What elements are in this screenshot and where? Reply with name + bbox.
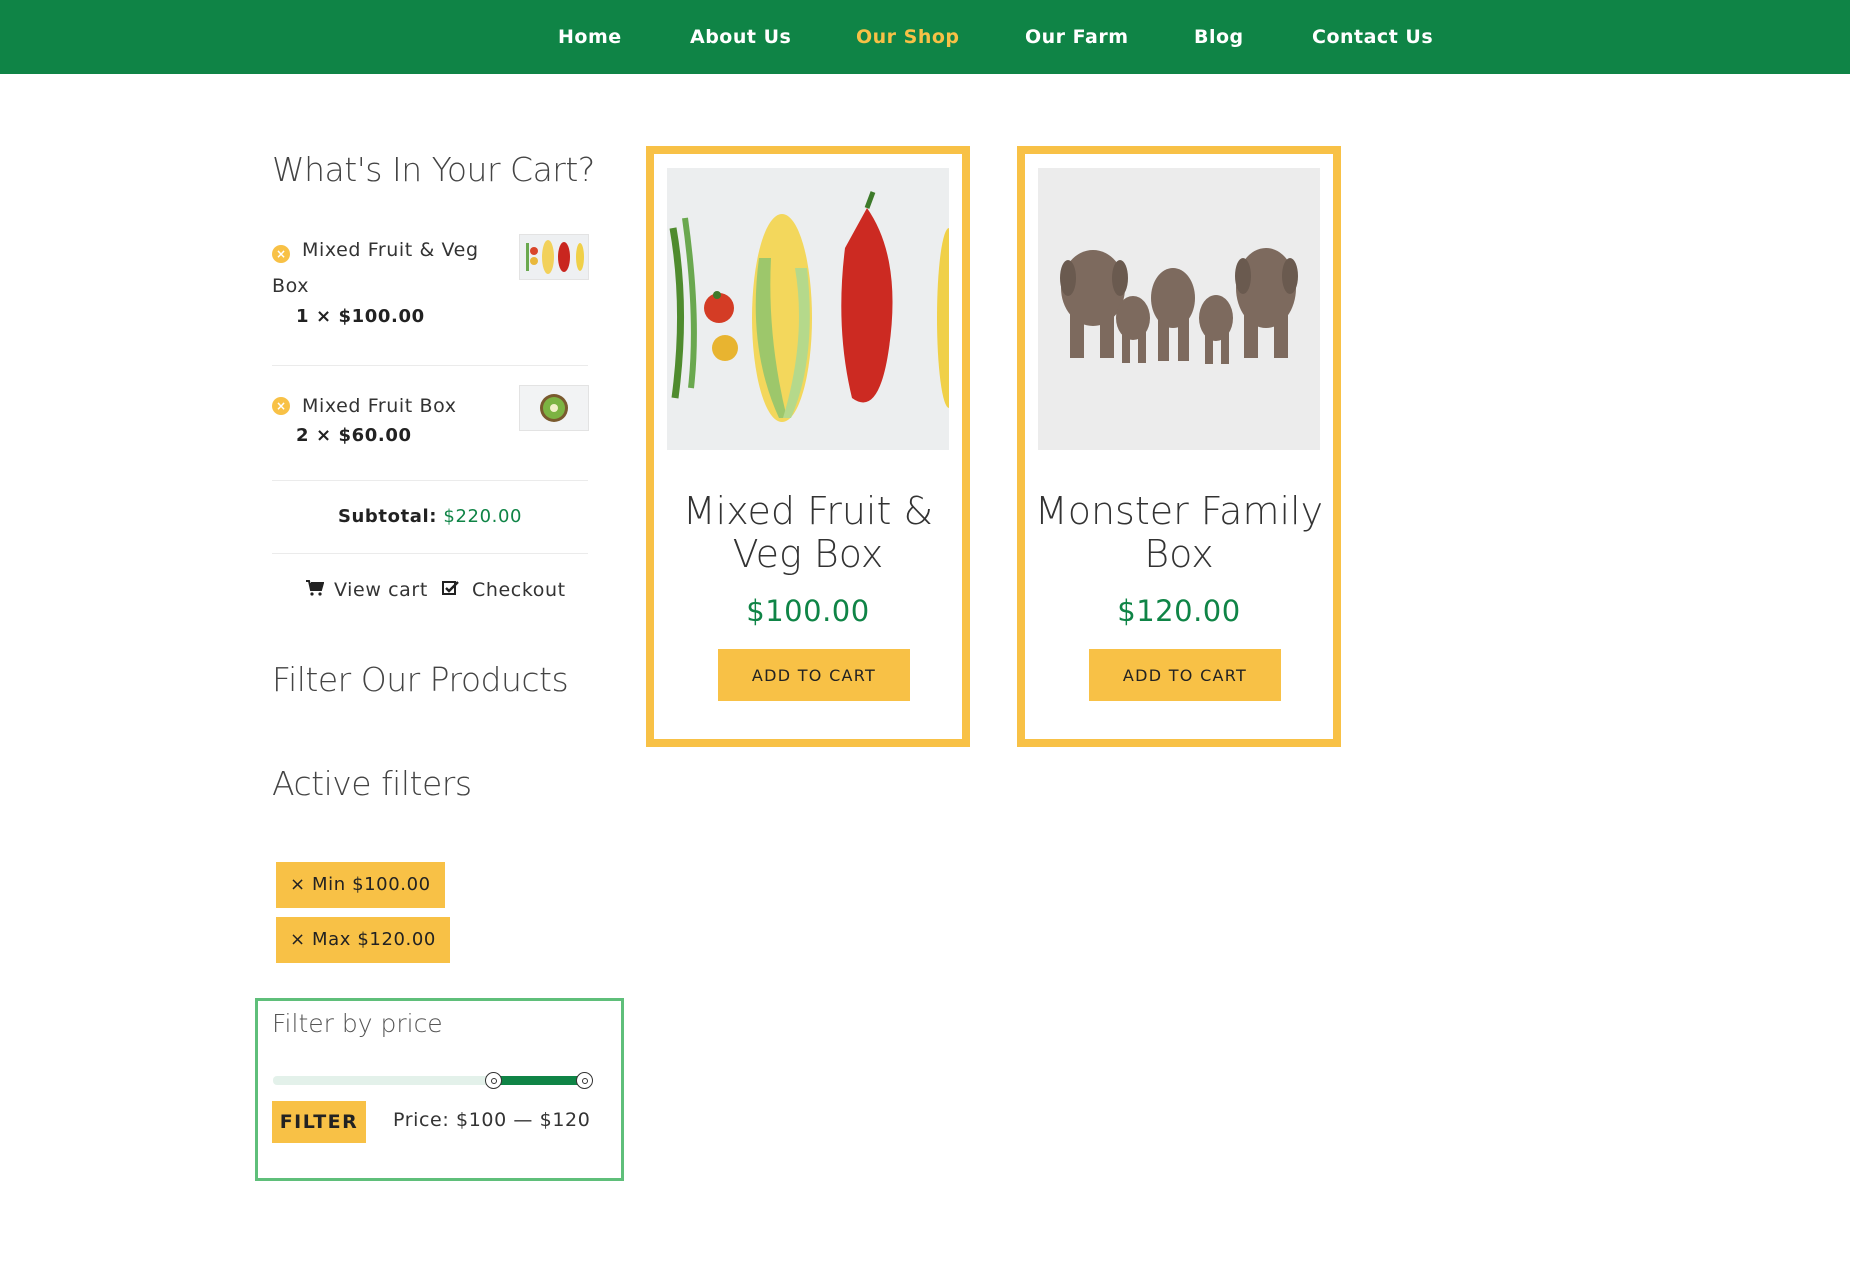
- product-title[interactable]: Mixed Fruit & Veg Box: [654, 490, 962, 576]
- top-navigation: Home About Us Our Shop Our Farm Blog Con…: [0, 0, 1850, 74]
- cart-item-thumbnail[interactable]: [519, 385, 589, 431]
- filter-button[interactable]: FILTER: [272, 1101, 366, 1143]
- subtotal-value: $220.00: [443, 506, 523, 527]
- checkbox-icon: [442, 579, 460, 601]
- divider: [272, 553, 588, 554]
- cart-item-quantity: 1 × $100.00: [296, 306, 425, 327]
- price-slider-min-handle[interactable]: [485, 1072, 502, 1089]
- nav-blog[interactable]: Blog: [1194, 0, 1244, 74]
- view-cart-link[interactable]: View cart: [306, 579, 428, 601]
- price-slider-range: [494, 1076, 584, 1085]
- price-range-value: $100 — $120: [456, 1109, 591, 1131]
- cart-item-name[interactable]: Mixed Fruit & Veg Box: [272, 232, 512, 304]
- add-to-cart-button[interactable]: ADD TO CART: [1089, 649, 1281, 701]
- cart-item-name[interactable]: Mixed Fruit Box: [302, 388, 457, 424]
- nav-about-us[interactable]: About Us: [690, 0, 791, 74]
- divider: [272, 480, 588, 481]
- remove-item-icon[interactable]: ×: [272, 397, 290, 415]
- nav-contact-us[interactable]: Contact Us: [1312, 0, 1433, 74]
- active-filter-min[interactable]: × Min $100.00: [276, 862, 445, 908]
- product-card[interactable]: Mixed Fruit & Veg Box $100.00 ADD TO CAR…: [646, 146, 970, 747]
- cart-item-thumbnail[interactable]: [519, 234, 589, 280]
- filter-widget-title: Filter Our Products: [272, 660, 569, 699]
- active-filter-label: Max $120.00: [312, 929, 436, 950]
- cart-item-quantity: 2 × $60.00: [296, 425, 412, 446]
- cart-icon: [306, 579, 325, 601]
- product-image[interactable]: [1038, 168, 1320, 450]
- subtotal-label: Subtotal:: [337, 506, 438, 527]
- active-filter-label: Min $100.00: [312, 874, 431, 895]
- cart-widget-title: What's In Your Cart?: [272, 150, 595, 189]
- price-filter-widget: Filter by price FILTER Price: $100 — $12…: [255, 998, 624, 1181]
- product-image[interactable]: [667, 168, 949, 450]
- remove-filter-icon: ×: [290, 929, 313, 950]
- checkout-link[interactable]: Checkout: [442, 579, 566, 601]
- product-price: $120.00: [1117, 594, 1241, 628]
- price-filter-title: Filter by price: [272, 1009, 443, 1038]
- product-card[interactable]: Monster Family Box $120.00 ADD TO CART: [1017, 146, 1341, 747]
- nav-our-farm[interactable]: Our Farm: [1025, 0, 1129, 74]
- nav-our-shop[interactable]: Our Shop: [856, 0, 960, 74]
- product-price: $100.00: [746, 594, 870, 628]
- cart-subtotal: Subtotal: $220.00: [272, 506, 588, 527]
- add-to-cart-button[interactable]: ADD TO CART: [718, 649, 910, 701]
- active-filter-max[interactable]: × Max $120.00: [276, 917, 450, 963]
- nav-home[interactable]: Home: [558, 0, 622, 74]
- view-cart-label: View cart: [334, 579, 428, 601]
- product-title[interactable]: Monster Family Box: [1025, 490, 1333, 576]
- price-slider-max-handle[interactable]: [576, 1072, 593, 1089]
- remove-filter-icon: ×: [290, 874, 313, 895]
- divider: [272, 365, 588, 366]
- price-range-text: Price: $100 — $120: [393, 1109, 590, 1131]
- checkout-label: Checkout: [472, 579, 566, 601]
- active-filters-title: Active filters: [272, 764, 472, 803]
- price-label: Price:: [393, 1109, 450, 1131]
